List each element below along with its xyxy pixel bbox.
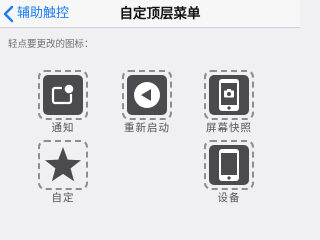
menu-slot-notification: 通知 xyxy=(38,70,88,134)
navigation-bar: 辅助触控 自定顶层菜单 xyxy=(0,0,300,28)
restart-button[interactable] xyxy=(122,70,172,120)
instruction-text: 轻点要更改的图标： xyxy=(8,39,94,50)
page-title: 自定顶层菜单 xyxy=(119,6,201,22)
menu-slot-restart: 重新启动 xyxy=(122,70,172,134)
notification-button[interactable] xyxy=(38,70,88,120)
menu-slot-device: 设备 xyxy=(204,140,254,204)
custom-label: 自定 xyxy=(51,192,75,204)
device-icon xyxy=(209,145,249,185)
custom-button[interactable] xyxy=(38,140,88,190)
screenshot-label: 屏幕快照 xyxy=(206,122,252,134)
menu-slot-custom: 自定 xyxy=(38,140,88,204)
restart-icon xyxy=(127,75,167,115)
device-button[interactable] xyxy=(204,140,254,190)
notification-label: 通知 xyxy=(51,122,75,134)
screenshot-icon xyxy=(209,75,249,115)
screenshot-button[interactable] xyxy=(204,70,254,120)
device-label: 设备 xyxy=(217,192,241,204)
restart-label: 重新启动 xyxy=(124,122,170,134)
notification-icon xyxy=(43,75,83,115)
star-icon xyxy=(43,145,83,185)
custom-top-menu-screen: 辅助触控 自定顶层菜单 轻点要更改的图标： 通知 重新启动 屏幕快照 自定 设备 xyxy=(0,0,300,204)
menu-slot-screenshot: 屏幕快照 xyxy=(204,70,254,134)
